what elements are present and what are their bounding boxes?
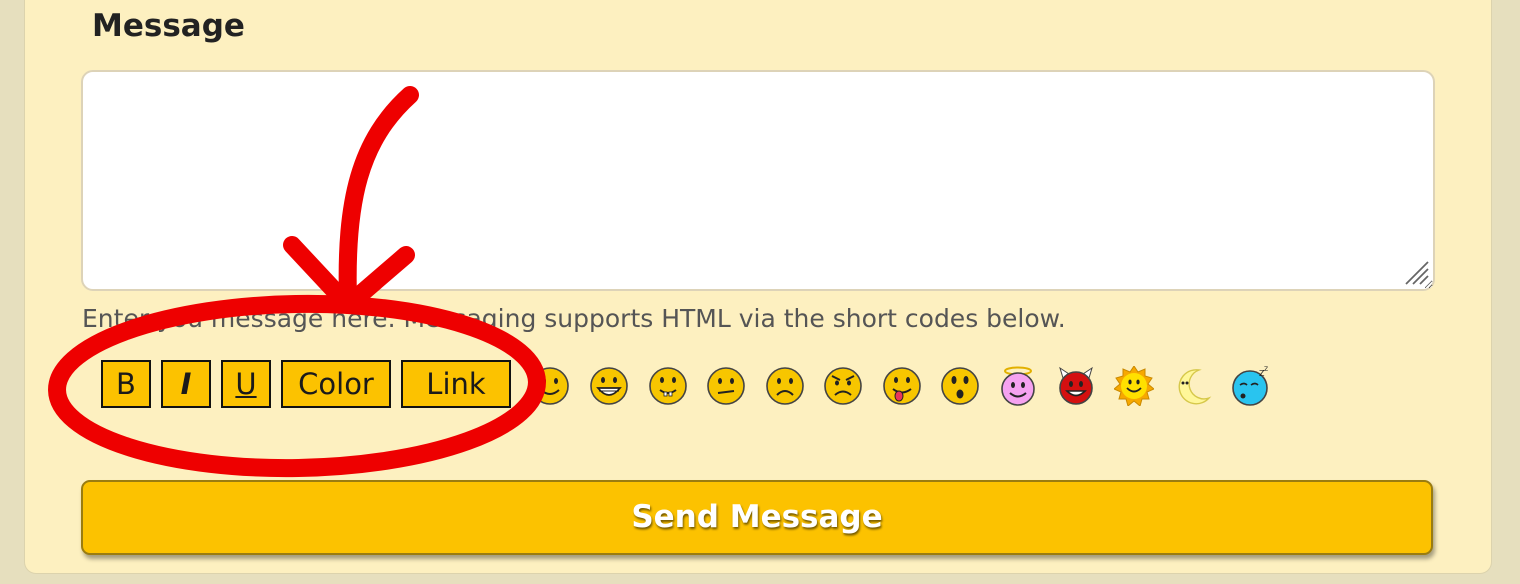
underline-button[interactable]: U	[221, 360, 271, 408]
color-button[interactable]: Color	[281, 360, 391, 408]
grin-icon[interactable]	[589, 366, 629, 406]
surprised-icon[interactable]	[940, 366, 980, 406]
italic-button[interactable]: I	[161, 360, 211, 408]
neutral-icon[interactable]	[706, 366, 746, 406]
tongue-icon[interactable]	[882, 366, 922, 406]
smile-icon[interactable]	[530, 366, 570, 406]
sun-icon[interactable]	[1114, 366, 1154, 406]
help-text: Enter you message here. Messaging suppor…	[82, 304, 1066, 333]
angry-icon[interactable]	[823, 366, 863, 406]
link-button[interactable]: Link	[401, 360, 511, 408]
send-message-button[interactable]: Send Message	[81, 480, 1433, 555]
sad-icon[interactable]	[765, 366, 805, 406]
teeth-icon[interactable]	[648, 366, 688, 406]
bold-button[interactable]: B	[101, 360, 151, 408]
message-textarea[interactable]	[81, 70, 1435, 291]
moon-icon[interactable]	[1173, 366, 1213, 406]
angel-icon[interactable]	[998, 366, 1038, 406]
svg-text:Z: Z	[1264, 366, 1268, 373]
devil-icon[interactable]	[1056, 366, 1096, 406]
sleepy-icon[interactable]: Z Z	[1231, 366, 1271, 406]
message-label: Message	[92, 8, 245, 44]
